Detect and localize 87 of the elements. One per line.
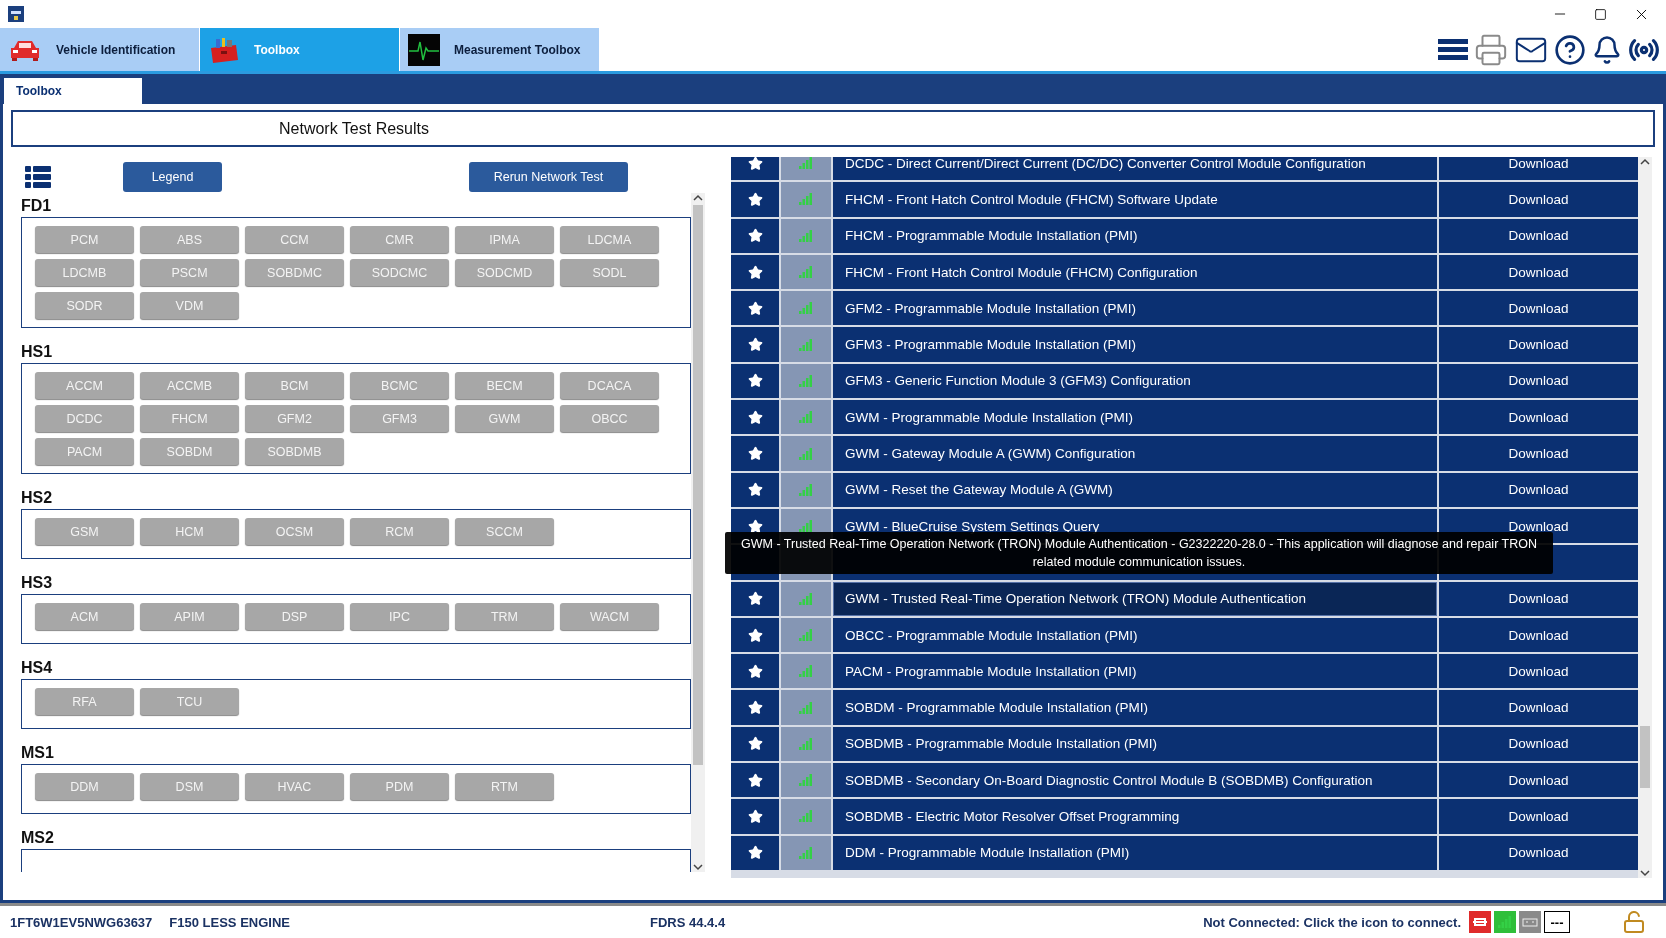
application-name[interactable]: GWM - BlueCruise System Settings Query — [845, 518, 1100, 534]
module-button[interactable]: RFA — [35, 688, 134, 715]
download-link[interactable]: Download — [1508, 409, 1569, 425]
module-button[interactable]: DSM — [140, 773, 239, 800]
module-button[interactable]: CMR — [350, 226, 449, 253]
module-button[interactable]: ACCMB — [140, 372, 239, 399]
download-link[interactable]: Download — [1508, 663, 1569, 679]
module-button[interactable]: GFM3 — [350, 405, 449, 432]
module-button[interactable]: SOBDMB — [245, 438, 344, 465]
network-title: HS3 — [21, 574, 53, 591]
module-button[interactable]: BECM — [455, 372, 554, 399]
module-button[interactable]: IPMA — [455, 226, 554, 253]
module-button[interactable]: PCM — [35, 226, 134, 253]
module-button[interactable]: SOBDM — [140, 438, 239, 465]
module-button[interactable]: RCM — [350, 518, 449, 545]
module-button[interactable]: GWM — [455, 405, 554, 432]
download-link[interactable]: Download — [1508, 191, 1569, 207]
module-button[interactable]: SODR — [35, 292, 134, 319]
download-link[interactable]: Download — [1508, 157, 1569, 171]
module-button[interactable]: SOBDMC — [245, 259, 344, 286]
download-link[interactable]: Download — [1508, 518, 1569, 534]
module-button[interactable]: DDM — [35, 773, 134, 800]
module-button[interactable]: PACM — [35, 438, 134, 465]
version-text: FDRS 44.4.4 — [650, 914, 726, 930]
download-link[interactable]: Download — [1508, 482, 1569, 498]
page-title: Network Test Results — [11, 110, 1655, 147]
tooltip: GWM - Trusted Real-Time Operation Network (TRON) Module Authentication - G2322220-28.0 - This application will diagnose and repair TRON related module communication issues. — [725, 532, 1553, 574]
vehicle-text: F150 LESS ENGINE — [169, 914, 290, 930]
module-button[interactable]: FHCM — [140, 405, 239, 432]
download-link[interactable]: Download — [1508, 627, 1569, 643]
module-button[interactable]: GFM2 — [245, 405, 344, 432]
network-title: MS1 — [21, 744, 54, 761]
network-title: HS1 — [21, 343, 53, 360]
download-link[interactable]: Download — [1508, 446, 1569, 461]
module-button[interactable]: SCCM — [455, 518, 554, 545]
module-button[interactable]: DCACA — [560, 372, 659, 399]
module-button[interactable]: BCMC — [350, 372, 449, 399]
module-button[interactable]: IPC — [350, 603, 449, 630]
module-button[interactable]: WACM — [560, 603, 659, 630]
download-link[interactable]: Download — [1508, 845, 1569, 861]
module-button[interactable]: CCM — [245, 226, 344, 253]
download-link[interactable]: Download — [1508, 264, 1569, 280]
download-link[interactable]: Download — [1508, 772, 1569, 788]
network-title: MS2 — [21, 829, 54, 846]
download-link[interactable]: Download — [1508, 228, 1569, 244]
module-button[interactable]: OCSM — [245, 518, 344, 545]
module-button[interactable]: PSCM — [140, 259, 239, 286]
module-button[interactable]: BCM — [245, 372, 344, 399]
module-button[interactable]: LDCMB — [35, 259, 134, 286]
network-title: HS4 — [21, 659, 53, 676]
sub-tab[interactable]: Toolbox — [4, 78, 142, 104]
module-button[interactable]: APIM — [140, 603, 239, 630]
legend-button[interactable]: Legend — [123, 162, 222, 192]
module-button[interactable]: TCU — [140, 688, 239, 715]
app-tab[interactable]: Vehicle Identification — [0, 28, 200, 71]
module-button[interactable]: SODL — [560, 259, 659, 286]
download-link[interactable]: Download — [1508, 700, 1569, 716]
download-link[interactable]: Download — [1508, 809, 1569, 824]
module-button[interactable]: ACCM — [35, 372, 134, 399]
module-button[interactable]: SODCMD — [455, 259, 554, 286]
module-button[interactable]: DCDC — [35, 405, 134, 432]
module-button[interactable]: LDCMA — [560, 226, 659, 253]
module-button[interactable]: PDM — [350, 773, 449, 800]
module-button[interactable]: SODCMC — [350, 259, 449, 286]
connection-status-text: Not Connected: Click the icon to connect. — [1203, 914, 1461, 930]
module-button[interactable]: RTM — [455, 773, 554, 800]
app-tab[interactable]: Measurement Toolbox — [400, 28, 600, 71]
module-button[interactable]: TRM — [455, 603, 554, 630]
module-button[interactable]: ACM — [35, 603, 134, 630]
module-button[interactable]: VDM — [140, 292, 239, 319]
download-link[interactable]: Download — [1508, 373, 1569, 389]
module-button[interactable]: DSP — [245, 603, 344, 630]
module-button[interactable]: HVAC — [245, 773, 344, 800]
module-button[interactable]: GSM — [35, 518, 134, 545]
download-link[interactable]: Download — [1508, 736, 1569, 752]
rerun-network-test-button[interactable]: Rerun Network Test — [469, 162, 628, 192]
network-title: HS2 — [21, 489, 53, 506]
app-tab[interactable]: Toolbox — [200, 28, 400, 71]
module-button[interactable]: ABS — [140, 226, 239, 253]
battery-voltage-reading: --- — [1544, 911, 1570, 933]
module-button[interactable]: OBCC — [560, 405, 659, 432]
vin-text: 1FT6W1EV5NWG63637 — [10, 914, 153, 930]
network-title: FD1 — [21, 197, 52, 214]
download-link[interactable]: Download — [1508, 591, 1569, 607]
download-link[interactable]: Download — [1508, 337, 1569, 353]
module-button[interactable]: HCM — [140, 518, 239, 545]
download-link[interactable]: Download — [1508, 300, 1569, 316]
